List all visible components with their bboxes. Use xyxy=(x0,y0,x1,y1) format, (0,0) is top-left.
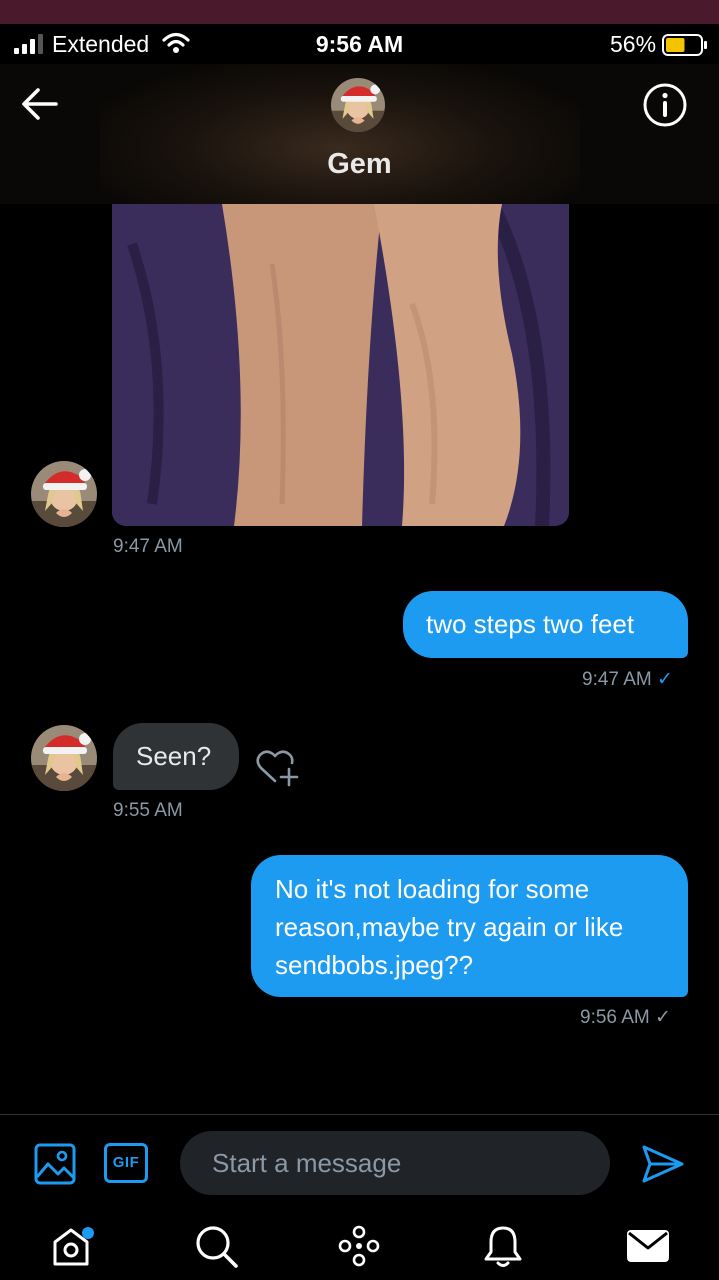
image-icon[interactable] xyxy=(34,1143,76,1185)
add-reaction-icon[interactable] xyxy=(255,747,301,789)
info-icon[interactable] xyxy=(642,82,688,128)
message-bubble-outgoing[interactable]: No it's not loading for some reason,mayb… xyxy=(251,855,688,997)
message-text: two steps two feet xyxy=(426,609,635,639)
sent-status-icon: ✓ xyxy=(657,669,673,690)
battery-percent: 56% xyxy=(610,31,657,57)
contact-avatar[interactable] xyxy=(331,78,385,132)
message-timestamp: 9:47 AM xyxy=(113,536,183,557)
message-timestamp: 9:56 AM ✓ xyxy=(580,1007,671,1028)
battery-icon xyxy=(662,34,707,56)
message-text: Seen? xyxy=(136,741,212,771)
sent-status-icon: ✓ xyxy=(655,1007,671,1028)
status-bar: Extended 9:56 AM 56% xyxy=(0,24,719,64)
home-notification-dot xyxy=(82,1227,94,1239)
back-arrow-icon[interactable] xyxy=(20,86,60,122)
message-text-line: No it's not loading for some xyxy=(275,874,590,904)
tab-bar xyxy=(0,1214,719,1280)
message-bubble-incoming[interactable]: Seen? xyxy=(113,723,239,790)
message-timestamp: 9:55 AM xyxy=(113,800,183,821)
contact-name[interactable]: Gem xyxy=(0,148,719,181)
conversation-header: Gem xyxy=(0,64,719,204)
messages-icon[interactable] xyxy=(624,1222,672,1270)
message-bubble-outgoing[interactable]: two steps two feet xyxy=(403,591,688,658)
message-image[interactable] xyxy=(112,204,569,526)
contact-avatar[interactable] xyxy=(31,461,97,527)
spaces-icon[interactable] xyxy=(335,1222,383,1270)
search-icon[interactable] xyxy=(192,1222,240,1270)
message-text-line: reason,maybe try again or like xyxy=(275,912,624,942)
message-input[interactable] xyxy=(180,1131,610,1195)
top-strip xyxy=(0,0,719,24)
gif-button[interactable]: GIF xyxy=(104,1143,148,1183)
message-timestamp: 9:47 AM ✓ xyxy=(582,669,673,690)
notifications-icon[interactable] xyxy=(479,1222,527,1270)
compose-bar: GIF xyxy=(0,1114,719,1214)
contact-avatar[interactable] xyxy=(31,725,97,791)
message-text-line: sendbobs.jpeg?? xyxy=(275,950,474,980)
send-icon[interactable] xyxy=(640,1143,686,1185)
